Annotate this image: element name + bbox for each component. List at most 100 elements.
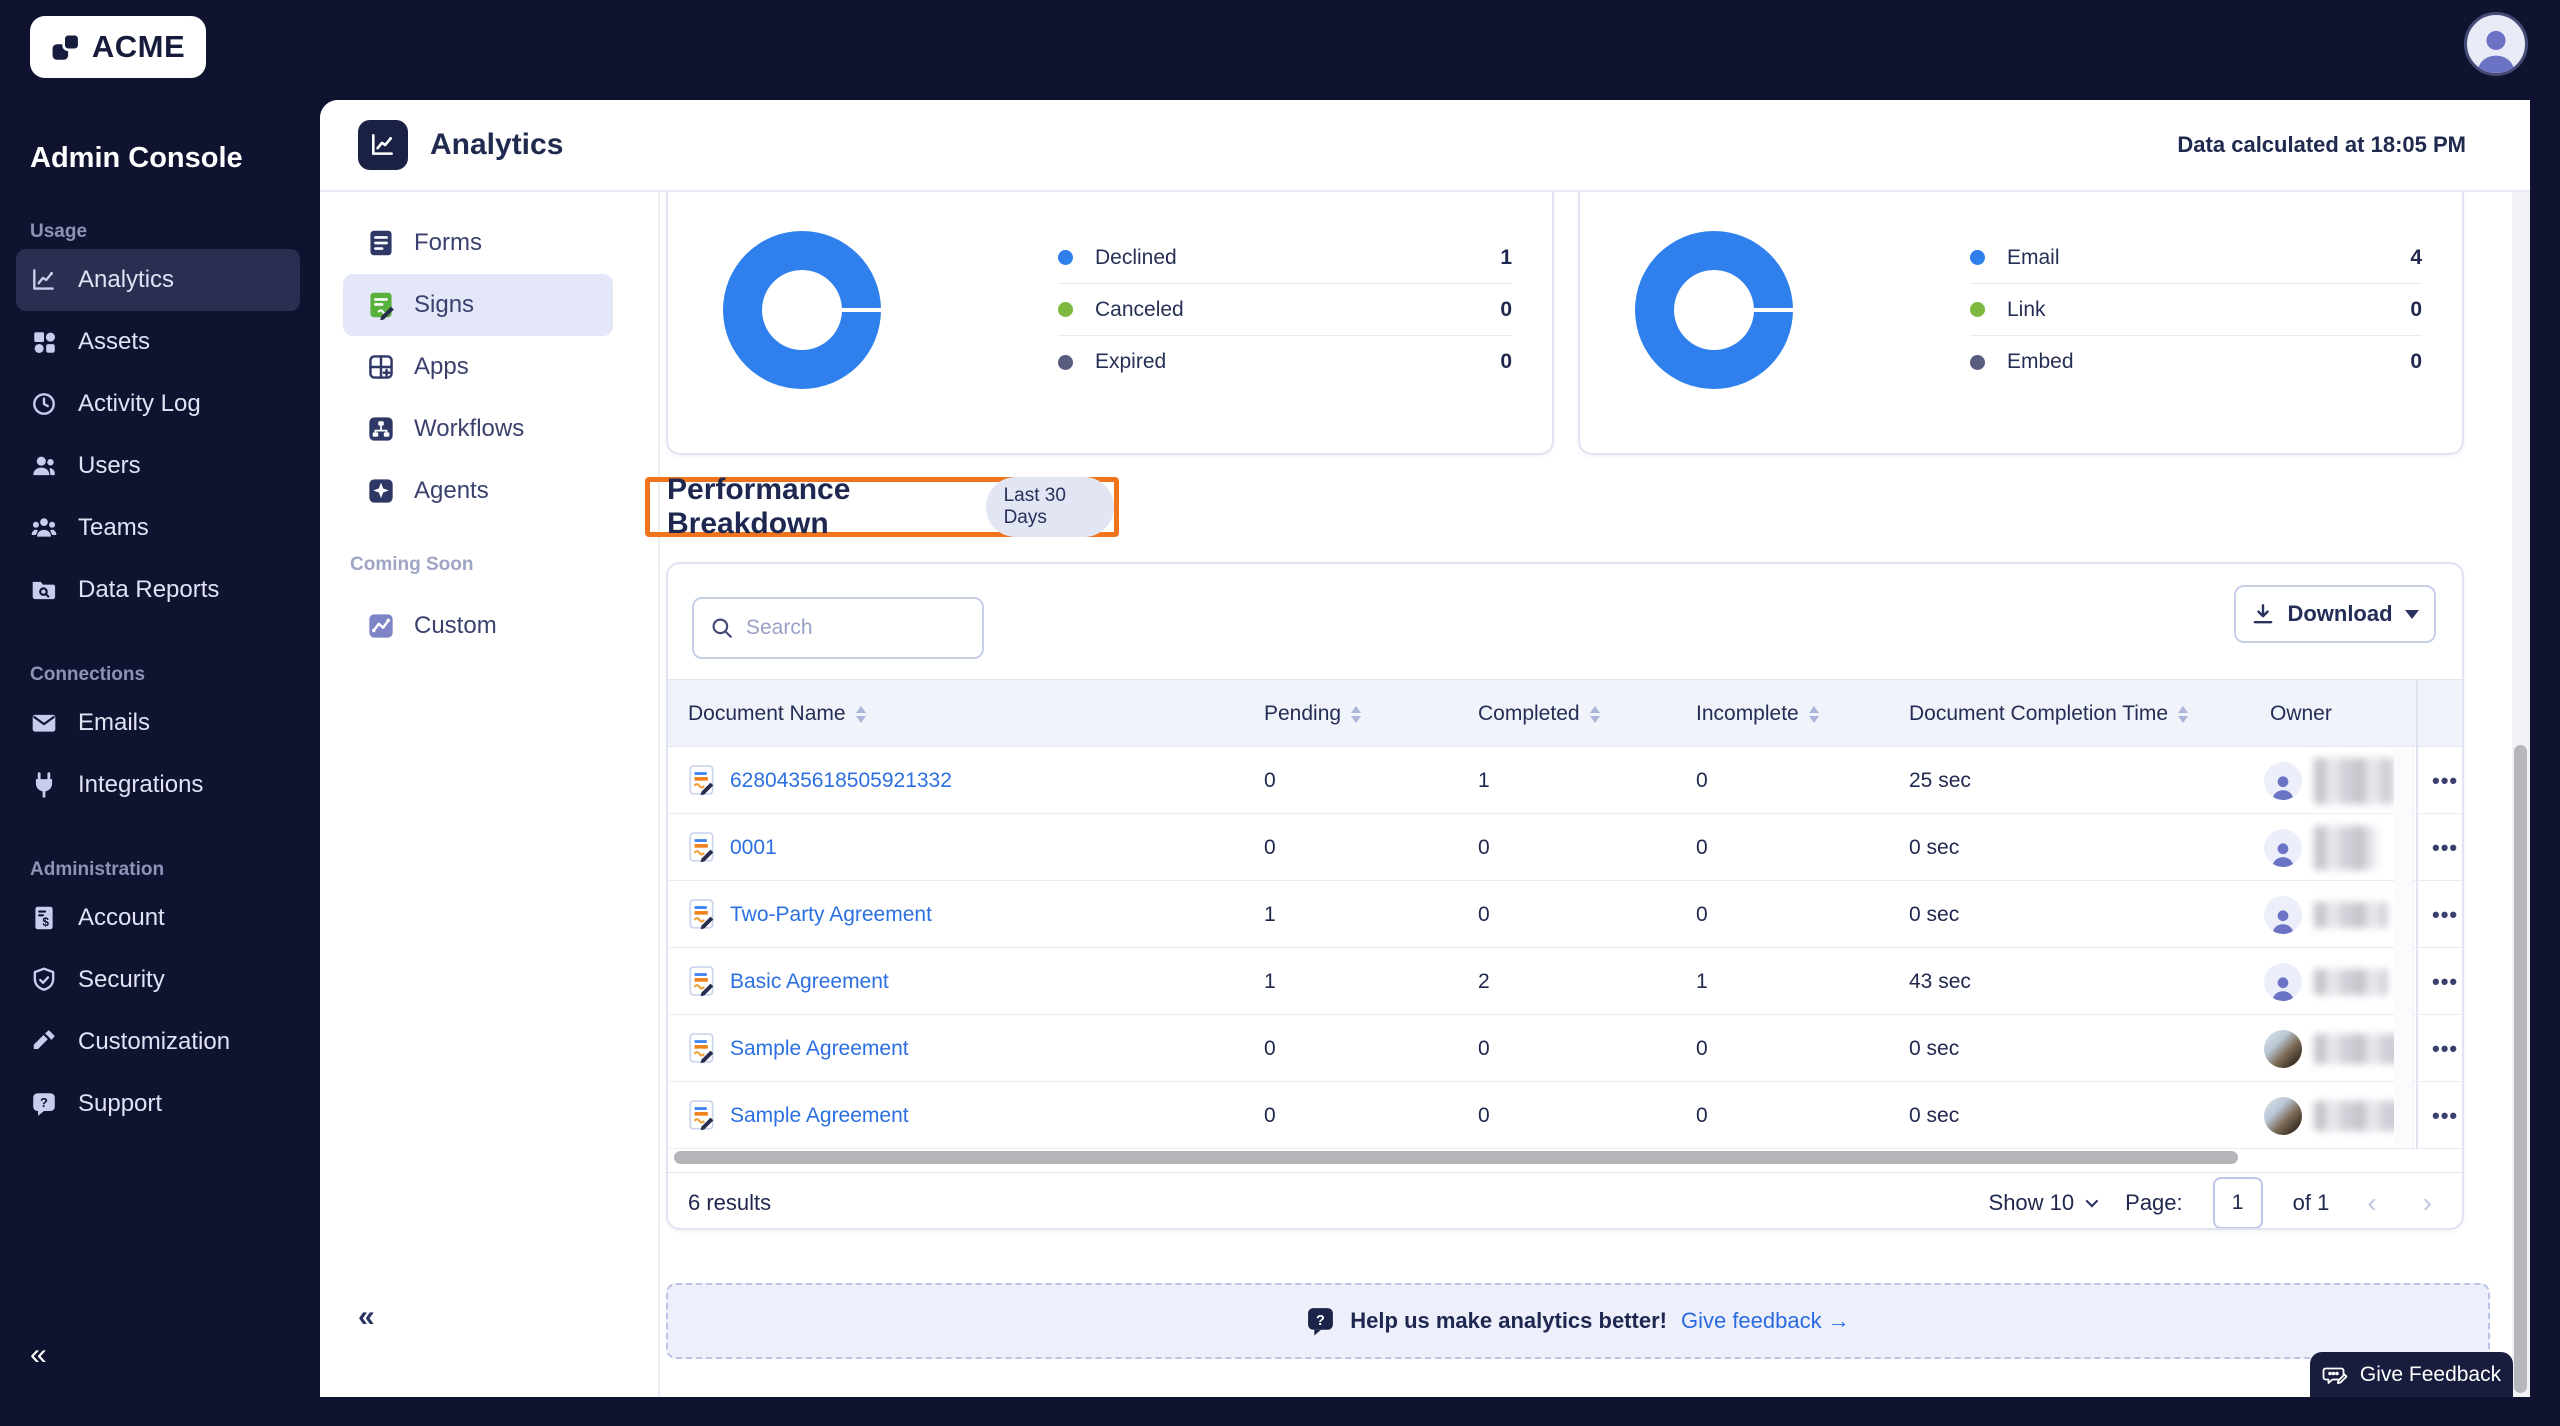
show-per-page-select[interactable]: Show 10	[1989, 1190, 2099, 1216]
document-link[interactable]: 0001	[730, 836, 777, 860]
search-input[interactable]	[746, 616, 946, 640]
acme-logo-icon	[52, 32, 81, 60]
row-actions-button[interactable]: •••	[2432, 747, 2458, 814]
help-bubble-icon: ?	[33, 1093, 55, 1116]
owner-avatar-photo	[2264, 1029, 2302, 1068]
coming-soon-label: Coming Soon	[350, 554, 474, 575]
document-link[interactable]: Sample Agreement	[730, 1037, 909, 1061]
sidebar-item-label: Data Reports	[78, 576, 220, 603]
document-link[interactable]: 6280435618505921332	[730, 769, 952, 793]
folder-search-icon	[32, 581, 56, 600]
sort-icon[interactable]	[855, 705, 866, 723]
owner-name-redacted	[2314, 757, 2394, 804]
sort-icon[interactable]	[1351, 705, 1362, 723]
owner-avatar	[2264, 962, 2302, 1001]
sidebar-collapse-button[interactable]: «	[30, 1338, 47, 1372]
row-actions-button[interactable]: •••	[2432, 1015, 2458, 1082]
download-button[interactable]: Download	[2234, 585, 2436, 643]
document-link[interactable]: Two-Party Agreement	[730, 903, 932, 927]
legend-label: Declined	[1095, 245, 1177, 269]
column-header-completed: Completed	[1478, 680, 1600, 748]
sidebar-item-activity-log[interactable]: Activity Log	[16, 373, 300, 435]
previous-page-button[interactable]: ‹	[2359, 1187, 2384, 1219]
person-icon	[2477, 30, 2515, 73]
column-header-document-name: Document Name	[688, 680, 866, 748]
document-icon	[689, 965, 714, 996]
sidebar-item-analytics[interactable]: Analytics	[16, 249, 300, 311]
shield-check-icon	[33, 967, 55, 991]
sort-icon[interactable]	[2178, 705, 2189, 723]
owner-avatar	[2264, 895, 2302, 934]
completion-time-value: 25 sec	[1909, 768, 1971, 792]
legend-label: Canceled	[1095, 297, 1184, 321]
sidebar-item-emails[interactable]: Emails	[16, 692, 300, 754]
sidebar-item-account[interactable]: $ Account	[16, 887, 300, 949]
sidebar-item-teams[interactable]: Teams	[16, 497, 300, 559]
page-number-input[interactable]	[2212, 1176, 2263, 1228]
subnav-item-custom[interactable]: Custom	[343, 595, 613, 657]
legend-dot-expired	[1058, 354, 1073, 370]
analytics-icon	[358, 120, 408, 170]
subnav-item-workflows[interactable]: Workflows	[343, 398, 613, 460]
subnav-item-forms[interactable]: Forms	[343, 212, 613, 274]
subnav-item-label: Apps	[414, 353, 469, 380]
legend-item: Declined 1	[1058, 232, 1512, 284]
user-avatar[interactable]	[2464, 12, 2528, 76]
horizontal-scrollbar-thumb[interactable]	[674, 1151, 2238, 1164]
row-actions-button[interactable]: •••	[2432, 881, 2458, 948]
line-chart-icon	[33, 269, 54, 290]
donut-chart-channel	[1635, 231, 1793, 389]
shapes-icon	[34, 332, 55, 353]
page-title: Analytics	[430, 128, 564, 161]
completed-value: 2	[1478, 969, 1490, 993]
vertical-scrollbar-thumb[interactable]	[2514, 745, 2527, 1393]
panel-header: Analytics Data calculated at 18:05 PM	[320, 100, 2530, 192]
subnav-item-signs[interactable]: Signs	[343, 274, 613, 336]
sidebar-item-label: Users	[78, 452, 141, 479]
acme-logo[interactable]: ACME	[30, 16, 206, 78]
sidebar-item-customization[interactable]: Customization	[16, 1011, 300, 1073]
next-page-button[interactable]: ›	[2415, 1187, 2440, 1219]
legend-dot-link	[1970, 302, 1985, 317]
give-feedback-button[interactable]: Give Feedback	[2310, 1352, 2513, 1397]
subnav-collapse-button[interactable]: «	[358, 1300, 375, 1334]
pending-value: 1	[1264, 902, 1276, 926]
legend-label: Email	[2007, 245, 2060, 269]
legend-value: 0	[2410, 297, 2422, 321]
row-actions-button[interactable]: •••	[2432, 948, 2458, 1015]
sidebar-item-support[interactable]: ? Support	[16, 1073, 300, 1135]
row-actions-button[interactable]: •••	[2432, 1082, 2458, 1149]
svg-text:?: ?	[1316, 1313, 1325, 1329]
search-box[interactable]	[692, 597, 984, 659]
row-actions-button[interactable]: •••	[2432, 814, 2458, 881]
pending-value: 0	[1264, 835, 1276, 859]
sidebar-item-security[interactable]: Security	[16, 949, 300, 1011]
subnav-item-apps[interactable]: Apps	[343, 336, 613, 398]
paint-roller-icon	[33, 1030, 55, 1049]
give-feedback-link[interactable]: Give feedback →	[1681, 1308, 1850, 1334]
sidebar-item-integrations[interactable]: Integrations	[16, 754, 300, 816]
annotation-highlight: Performance Breakdown Last 30 Days	[645, 473, 1119, 540]
document-link[interactable]: Sample Agreement	[730, 1104, 909, 1128]
document-icon	[689, 1032, 714, 1063]
completion-time-value: 43 sec	[1909, 969, 1971, 993]
sort-icon[interactable]	[1589, 705, 1600, 723]
subnav-item-label: Signs	[414, 291, 475, 318]
incomplete-value: 0	[1696, 768, 1708, 792]
sign-doc-icon	[370, 292, 394, 320]
subnav-item-agents[interactable]: Agents	[343, 460, 613, 522]
svg-text:?: ?	[40, 1095, 48, 1110]
sidebar-item-users[interactable]: Users	[16, 435, 300, 497]
sidebar-item-data-reports[interactable]: Data Reports	[16, 559, 300, 621]
sidebar-item-label: Support	[78, 1090, 163, 1117]
chevron-down-icon	[2085, 1194, 2099, 1208]
legend-label: Embed	[2007, 350, 2074, 373]
sidebar-item-assets[interactable]: Assets	[16, 311, 300, 373]
document-link[interactable]: Basic Agreement	[730, 970, 889, 994]
legend-label: Expired	[1095, 350, 1167, 373]
admin-sidebar: Admin Console Usage Analytics Assets Act…	[0, 138, 320, 1135]
team-icon	[31, 518, 57, 537]
sort-icon[interactable]	[1808, 705, 1819, 723]
subnav-item-label: Forms	[414, 229, 482, 256]
table-inner-scrollbar[interactable]	[2394, 748, 2414, 1148]
